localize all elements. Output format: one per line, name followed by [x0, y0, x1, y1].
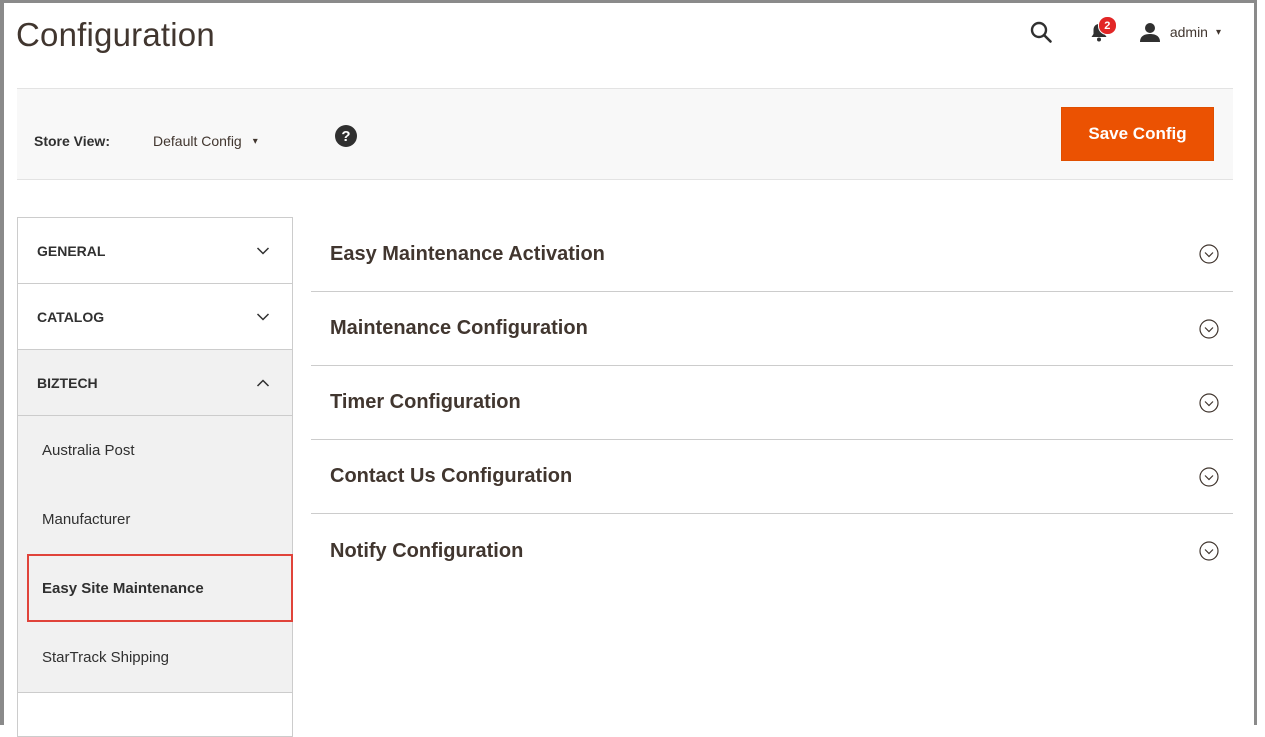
section-maintenance-configuration[interactable]: Maintenance Configuration: [311, 292, 1233, 366]
config-sections: Easy Maintenance Activation Maintenance …: [311, 217, 1233, 588]
save-config-button[interactable]: Save Config: [1061, 107, 1214, 161]
search-button[interactable]: [1023, 14, 1059, 50]
sidebar-section-biztech[interactable]: BIZTECH: [18, 350, 292, 416]
header-actions: 2 admin ▾: [1023, 14, 1221, 50]
section-notify-configuration[interactable]: Notify Configuration: [311, 514, 1233, 588]
sidebar-item-label: Australia Post: [42, 442, 135, 459]
sidebar-section-general[interactable]: GENERAL: [18, 218, 292, 284]
sidebar-section-label: CATALOG: [37, 308, 105, 325]
notifications-badge: 2: [1097, 16, 1117, 35]
section-title: Maintenance Configuration: [330, 317, 588, 339]
sidebar-item-label: Easy Site Maintenance: [42, 580, 204, 597]
sidebar-item-easy-site-maintenance[interactable]: Easy Site Maintenance: [18, 554, 293, 623]
sidebar-biztech-items: Australia Post Manufacturer Easy Site Ma…: [18, 416, 293, 693]
sidebar-section-label: GENERAL: [37, 242, 106, 259]
section-easy-maintenance-activation[interactable]: Easy Maintenance Activation: [311, 217, 1233, 292]
store-view-label: Store View:: [34, 133, 110, 149]
page-actions-toolbar: Store View: Default Config ▾ ? Save Conf…: [17, 88, 1233, 180]
circle-chevron-down-icon: [1199, 244, 1219, 264]
user-menu-caret-icon: ▾: [1215, 26, 1221, 38]
section-title: Easy Maintenance Activation: [330, 242, 605, 265]
chevron-down-icon: [256, 312, 270, 321]
circle-chevron-down-icon: [1199, 541, 1219, 561]
help-icon[interactable]: ?: [335, 125, 357, 147]
store-view-value: Default Config: [153, 133, 242, 149]
sidebar-item-label: Manufacturer: [42, 511, 131, 528]
circle-chevron-down-icon: [1199, 392, 1219, 413]
chevron-down-icon: [256, 246, 270, 255]
section-timer-configuration[interactable]: Timer Configuration: [311, 366, 1233, 440]
user-icon: [1139, 23, 1160, 42]
sidebar-item-australia-post[interactable]: Australia Post: [18, 416, 292, 485]
search-icon: [1030, 21, 1052, 43]
section-title: Contact Us Configuration: [330, 465, 573, 487]
notifications-button[interactable]: 2: [1081, 14, 1117, 50]
section-title: Notify Configuration: [330, 539, 524, 562]
circle-chevron-down-icon: [1199, 466, 1219, 487]
config-sidebar: GENERAL CATALOG BIZTECH Australia Post M…: [17, 217, 293, 737]
sidebar-section-catalog[interactable]: CATALOG: [18, 284, 292, 350]
section-title: Timer Configuration: [330, 391, 521, 413]
chevron-up-icon: [256, 378, 270, 387]
section-contact-us-configuration[interactable]: Contact Us Configuration: [311, 440, 1233, 514]
user-menu[interactable]: admin ▾: [1139, 22, 1221, 42]
user-name: admin: [1169, 24, 1208, 40]
sidebar-section-label: BIZTECH: [37, 374, 98, 391]
sidebar-item-manufacturer[interactable]: Manufacturer: [18, 485, 292, 554]
sidebar-item-startrack-shipping[interactable]: StarTrack Shipping: [18, 623, 292, 692]
store-view-caret-icon: ▾: [252, 135, 258, 147]
store-view-switcher[interactable]: Default Config ▾: [153, 133, 258, 149]
page-title: Configuration: [16, 16, 215, 53]
circle-chevron-down-icon: [1199, 318, 1219, 339]
sidebar-item-label: StarTrack Shipping: [42, 649, 170, 666]
